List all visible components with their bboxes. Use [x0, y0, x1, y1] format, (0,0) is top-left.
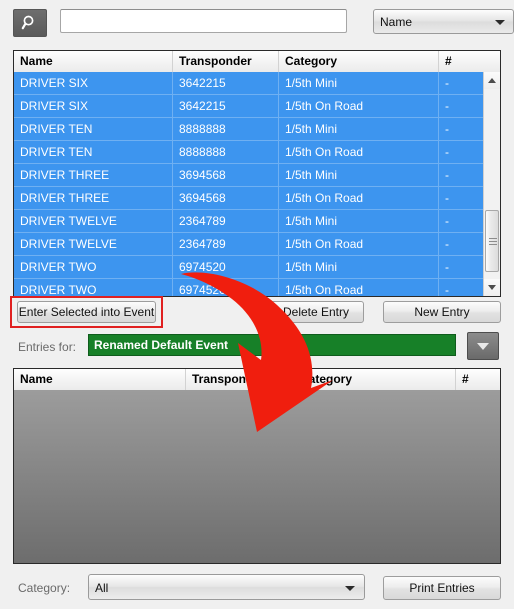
cell-name: DRIVER THREE	[14, 187, 173, 209]
cell-name: DRIVER TWELVE	[14, 210, 173, 232]
cell-transponder: 8888888	[173, 118, 279, 140]
cell-name: DRIVER SIX	[14, 95, 173, 117]
cell-name: DRIVER TEN	[14, 141, 173, 163]
cell-name: DRIVER TWELVE	[14, 233, 173, 255]
cell-category: 1/5th Mini	[279, 72, 439, 94]
cell-category: 1/5th Mini	[279, 210, 439, 232]
cell-category: 1/5th On Road	[279, 233, 439, 255]
drivers-table-body[interactable]: DRIVER SIX 3642215 1/5th Mini - DRIVER SIX 36…	[14, 72, 483, 296]
chevron-down-icon	[495, 20, 505, 25]
cell-category: 1/5th Mini	[279, 256, 439, 278]
category-filter-label: Category:	[18, 581, 71, 595]
cell-transponder: 2364789	[173, 233, 279, 255]
highlight-annotation-rectangle	[10, 296, 163, 328]
drivers-table[interactable]: Name Transponder Category # DRIVER SIX 36…	[13, 50, 501, 297]
cell-number: -	[445, 99, 449, 113]
current-event-field[interactable]: Renamed Default Event	[88, 334, 456, 356]
table-row[interactable]: DRIVER SIX 3642215 1/5th On Road -	[14, 95, 483, 118]
cell-number: -	[445, 76, 449, 90]
cell-name: DRIVER TEN	[14, 118, 173, 140]
cell-category: 1/5th On Road	[279, 95, 439, 117]
cell-category: 1/5th On Road	[279, 279, 439, 296]
scroll-up-arrow-icon[interactable]	[484, 72, 500, 89]
column-header-name[interactable]: Name	[14, 51, 173, 72]
cell-transponder: 3642215	[173, 95, 279, 117]
cell-number: -	[445, 283, 449, 296]
current-event-name: Renamed Default Event	[94, 338, 229, 352]
table-row[interactable]: DRIVER THREE 3694568 1/5th Mini -	[14, 164, 483, 187]
cell-category: 1/5th On Road	[279, 141, 439, 163]
cell-name: DRIVER SIX	[14, 72, 173, 94]
cell-transponder: 2364789	[173, 210, 279, 232]
entries-for-label: Entries for:	[18, 340, 77, 354]
cell-number: -	[445, 214, 449, 228]
table-row[interactable]: DRIVER TEN 8888888 1/5th On Road -	[14, 141, 483, 164]
cell-transponder: 6974520	[173, 279, 279, 296]
scroll-down-arrow-icon[interactable]	[484, 279, 500, 296]
table-row[interactable]: DRIVER THREE 3694568 1/5th On Road -	[14, 187, 483, 210]
cell-number: -	[445, 260, 449, 274]
search-icon[interactable]	[13, 9, 47, 37]
search-field-select-value: Name	[380, 15, 413, 29]
cell-number: -	[445, 191, 449, 205]
driver-entry-window: Name Name Transponder Category # DRIVER …	[0, 0, 514, 609]
entries-column-header-transponder[interactable]: Transponder	[186, 369, 294, 390]
drivers-table-header: Name Transponder Category #	[14, 51, 500, 73]
cell-category: 1/5th Mini	[279, 164, 439, 186]
cell-number: -	[445, 237, 449, 251]
entries-table-header: Name Transponder Category #	[14, 369, 500, 391]
cell-name: DRIVER THREE	[14, 164, 173, 186]
table-row[interactable]: DRIVER TWO 6974520 1/5th Mini -	[14, 256, 483, 279]
entries-table-body[interactable]	[14, 390, 500, 563]
entries-column-header-number[interactable]: #	[456, 369, 500, 390]
table-row[interactable]: DRIVER SIX 3642215 1/5th Mini -	[14, 72, 483, 95]
search-bar: Name	[13, 9, 514, 37]
cell-transponder: 3642215	[173, 72, 279, 94]
cell-name: DRIVER TWO	[14, 256, 173, 278]
scrollbar-thumb[interactable]	[485, 210, 499, 272]
search-input[interactable]	[60, 9, 347, 33]
category-filter-select[interactable]: All	[88, 574, 365, 600]
drivers-table-scrollbar[interactable]	[483, 72, 500, 296]
table-row[interactable]: DRIVER TWELVE 2364789 1/5th Mini -	[14, 210, 483, 233]
chevron-down-icon	[345, 586, 355, 591]
scrollbar-grip-icon	[489, 238, 497, 245]
table-row[interactable]: DRIVER TWO 6974520 1/5th On Road -	[14, 279, 483, 296]
cell-category: 1/5th On Road	[279, 187, 439, 209]
cell-name: DRIVER TWO	[14, 279, 173, 296]
cell-transponder: 6974520	[173, 256, 279, 278]
new-entry-button[interactable]: New Entry	[383, 301, 501, 323]
cell-transponder: 8888888	[173, 141, 279, 163]
entries-column-header-category[interactable]: Category	[294, 369, 456, 390]
chevron-down-icon	[477, 342, 489, 350]
print-entries-button[interactable]: Print Entries	[383, 576, 501, 600]
column-header-category[interactable]: Category	[279, 51, 439, 72]
table-row[interactable]: DRIVER TWELVE 2364789 1/5th On Road -	[14, 233, 483, 256]
search-field-select[interactable]: Name	[373, 9, 514, 34]
cell-transponder: 3694568	[173, 187, 279, 209]
category-filter-value: All	[95, 581, 109, 595]
cell-category: 1/5th Mini	[279, 118, 439, 140]
event-dropdown-button[interactable]	[467, 332, 499, 360]
entries-column-header-name[interactable]: Name	[14, 369, 186, 390]
column-header-number[interactable]: #	[439, 51, 500, 72]
cell-number: -	[445, 122, 449, 136]
delete-entry-button[interactable]: Delete Entry	[268, 301, 364, 323]
cell-number: -	[445, 145, 449, 159]
column-header-transponder[interactable]: Transponder	[173, 51, 279, 72]
table-row[interactable]: DRIVER TEN 8888888 1/5th Mini -	[14, 118, 483, 141]
entries-table[interactable]: Name Transponder Category #	[13, 368, 501, 564]
cell-number: -	[445, 168, 449, 182]
cell-transponder: 3694568	[173, 164, 279, 186]
